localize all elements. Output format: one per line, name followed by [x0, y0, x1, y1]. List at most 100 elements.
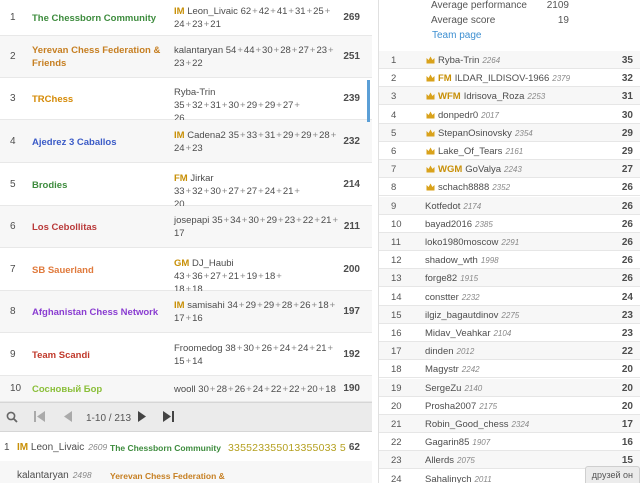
leaderboard-row[interactable]: 4 donpedr0 2017 30	[379, 106, 640, 124]
player-name-text[interactable]: Magystr	[425, 364, 459, 375]
player-name-text[interactable]: Ryba-Trin	[438, 55, 479, 66]
player-name[interactable]: kalantaryan 2498	[17, 470, 92, 481]
player-name-text[interactable]: donpedr0	[438, 110, 478, 121]
player-name-link[interactable]: wooll	[174, 384, 196, 395]
leaderboard-player-link[interactable]: Sahalinych 2011	[425, 474, 492, 483]
leaderboard-row[interactable]: 5 StepanOsinovsky 2354 29	[379, 123, 640, 142]
player-name-link[interactable]: Jirkar	[190, 173, 213, 184]
leaderboard-player-link[interactable]: forge82 1915	[425, 273, 478, 284]
team-row[interactable]: 1 The Chessborn Community IM Leon_Livaic 6…	[0, 0, 372, 36]
player-name-text[interactable]: shadow_wth	[425, 255, 478, 266]
team-name-link[interactable]: The Chessborn Community	[32, 12, 172, 25]
leaderboard-row[interactable]: 7 WGM GoValya 2243 27	[379, 160, 640, 179]
leaderboard-player-link[interactable]: donpedr0 2017	[438, 110, 499, 121]
team-row[interactable]: 7 SB Sauerland GM DJ_Haubi 43+36+27+21+19+…	[0, 248, 372, 295]
leaderboard-player-link[interactable]: Ryba-Trin 2264	[438, 55, 500, 66]
team-row[interactable]: 8 Afghanistan Chess Network IM samisahi 34…	[0, 291, 372, 333]
leaderboard-row[interactable]: 17 dinden 2012 22	[379, 342, 640, 361]
player-name-text[interactable]: constter	[425, 292, 459, 303]
leaderboard-row[interactable]: 6 Lake_Of_Tears 2161 29	[379, 142, 640, 160]
team-name-link[interactable]: Ajedrez 3 Caballos	[32, 136, 172, 149]
player-name-text[interactable]: kalantaryan	[17, 470, 69, 481]
player-name[interactable]: IM Leon_Livaic 2609	[17, 442, 107, 453]
player-name-link[interactable]: Cadena2	[187, 130, 226, 141]
leaderboard-player-link[interactable]: StepanOsinovsky 2354	[438, 128, 533, 139]
leaderboard-player-link[interactable]: WFM Idrisova_Roza 2253	[438, 91, 545, 102]
leaderboard-row[interactable]: 12 shadow_wth 1998 26	[379, 251, 640, 270]
player-name-text[interactable]: Allerds	[425, 455, 454, 466]
team-name-link[interactable]: Yerevan Chess Federation & Friends	[32, 44, 172, 70]
leaderboard-row[interactable]: 11 loko1980moscow 2291 26	[379, 233, 640, 251]
leaderboard-player-link[interactable]: Midav_Veahkar 2104	[425, 328, 511, 339]
player-name-text[interactable]: ilgiz_bagautdinov	[425, 310, 498, 321]
leaderboard-player-link[interactable]: SergeZu 2140	[425, 383, 482, 394]
team-row[interactable]: 3 TRChess Ryba-Trin 35+32+31+30+29+29+27+ 2…	[0, 78, 372, 124]
player-name-link[interactable]: Leon_Livaic	[187, 6, 238, 17]
player-name-text[interactable]: bayad2016	[425, 219, 472, 230]
scroll-position-indicator[interactable]	[367, 80, 370, 122]
player-name-link[interactable]: samisahi	[187, 300, 225, 311]
player-name-text[interactable]: Midav_Veahkar	[425, 328, 490, 339]
leaderboard-player-link[interactable]: Allerds 2075	[425, 455, 475, 466]
team-name-link[interactable]: Team Scandi	[32, 349, 172, 362]
team-row[interactable]: 4 Ajedrez 3 Caballos IM Cadena2 35+33+31+2…	[0, 120, 372, 163]
leaderboard-row[interactable]: 3 WFM Idrisova_Roza 2253 31	[379, 87, 640, 106]
leaderboard-player-link[interactable]: Prosha2007 2175	[425, 401, 497, 412]
prev-page-icon[interactable]	[64, 411, 73, 424]
next-page-icon[interactable]	[138, 411, 147, 424]
leaderboard-player-link[interactable]: Gagarin85 1907	[425, 437, 490, 448]
player-name-link[interactable]: josepapi	[174, 215, 209, 226]
player-name-link[interactable]: Ryba-Trin	[174, 87, 215, 98]
leaderboard-row[interactable]: 9 Kotfedot 2174 26	[379, 196, 640, 215]
player-row[interactable]: kalantaryan 2498 Yerevan Chess Federation …	[0, 461, 372, 483]
team-row[interactable]: 5 Brodies FM Jirkar 33+32+30+27+27+24+21+ 2…	[0, 163, 372, 210]
player-name-text[interactable]: Prosha2007	[425, 401, 476, 412]
team-name-link[interactable]: Afghanistan Chess Network	[32, 306, 172, 319]
leaderboard-player-link[interactable]: schach8888 2352	[438, 182, 510, 193]
player-name-link[interactable]: Froomedog	[174, 343, 223, 354]
leaderboard-player-link[interactable]: FM ILDAR_ILDISOV-1966 2379	[438, 73, 570, 84]
player-name-text[interactable]: dinden	[425, 346, 454, 357]
player-name-text[interactable]: SergeZu	[425, 383, 461, 394]
player-name-link[interactable]: DJ_Haubi	[192, 258, 234, 269]
leaderboard-row[interactable]: 16 Midav_Veahkar 2104 23	[379, 324, 640, 342]
leaderboard-player-link[interactable]: loko1980moscow 2291	[425, 237, 519, 248]
player-name-text[interactable]: Leon_Livaic	[31, 442, 84, 453]
team-name-link[interactable]: Сосновый Бор	[32, 383, 172, 396]
leaderboard-row[interactable]: 8 schach8888 2352 26	[379, 178, 640, 197]
leaderboard-row[interactable]: 21 Robin_Good_chess 2324 17	[379, 415, 640, 433]
leaderboard-player-link[interactable]: Robin_Good_chess 2324	[425, 419, 529, 430]
player-name-text[interactable]: forge82	[425, 273, 457, 284]
team-row[interactable]: 10 Сосновый Бор wooll 30+28+26+24+22+22+20…	[0, 376, 372, 402]
player-team-link[interactable]: Yerevan Chess Federation &	[110, 471, 225, 481]
leaderboard-player-link[interactable]: dinden 2012	[425, 346, 474, 357]
leaderboard-player-link[interactable]: WGM GoValya 2243	[438, 164, 522, 175]
leaderboard-player-link[interactable]: Kotfedot 2174	[425, 201, 481, 212]
team-name-link[interactable]: Los Cebollitas	[32, 221, 172, 234]
team-row[interactable]: 2 Yerevan Chess Federation & Friends kalan…	[0, 36, 372, 78]
player-name-link[interactable]: kalantaryan	[174, 45, 223, 56]
leaderboard-player-link[interactable]: Magystr 2242	[425, 364, 480, 375]
last-page-icon[interactable]	[163, 411, 175, 424]
leaderboard-row[interactable]: 15 ilgiz_bagautdinov 2275 23	[379, 305, 640, 324]
player-name-text[interactable]: Gagarin85	[425, 437, 469, 448]
leaderboard-row[interactable]: 18 Magystr 2242 20	[379, 360, 640, 379]
leaderboard-player-link[interactable]: ilgiz_bagautdinov 2275	[425, 310, 519, 321]
team-name-link[interactable]: SB Sauerland	[32, 264, 172, 277]
team-page-link[interactable]: Team page	[432, 30, 481, 41]
leaderboard-row[interactable]: 10 bayad2016 2385 26	[379, 215, 640, 233]
team-name-link[interactable]: Brodies	[32, 179, 172, 192]
team-row[interactable]: 6 Los Cebollitas josepapi 35+34+30+29+23+2…	[0, 206, 372, 248]
leaderboard-row[interactable]: 14 constter 2232 24	[379, 288, 640, 306]
player-name-text[interactable]: Idrisova_Roza	[464, 91, 525, 102]
player-name-text[interactable]: Lake_Of_Tears	[438, 146, 502, 157]
player-row[interactable]: 1 IM Leon_Livaic 2609 The Chessborn Communi…	[0, 433, 372, 461]
player-name-text[interactable]: ILDAR_ILDISOV-1966	[455, 73, 550, 84]
search-icon[interactable]	[6, 411, 18, 425]
leaderboard-row[interactable]: 20 Prosha2007 2175 20	[379, 397, 640, 415]
leaderboard-row[interactable]: 2 FM ILDAR_ILDISOV-1966 2379 32	[379, 69, 640, 88]
leaderboard-player-link[interactable]: constter 2232	[425, 292, 480, 303]
player-name-text[interactable]: loko1980moscow	[425, 237, 498, 248]
leaderboard-row[interactable]: 13 forge82 1915 26	[379, 269, 640, 288]
leaderboard-player-link[interactable]: shadow_wth 1998	[425, 255, 499, 266]
